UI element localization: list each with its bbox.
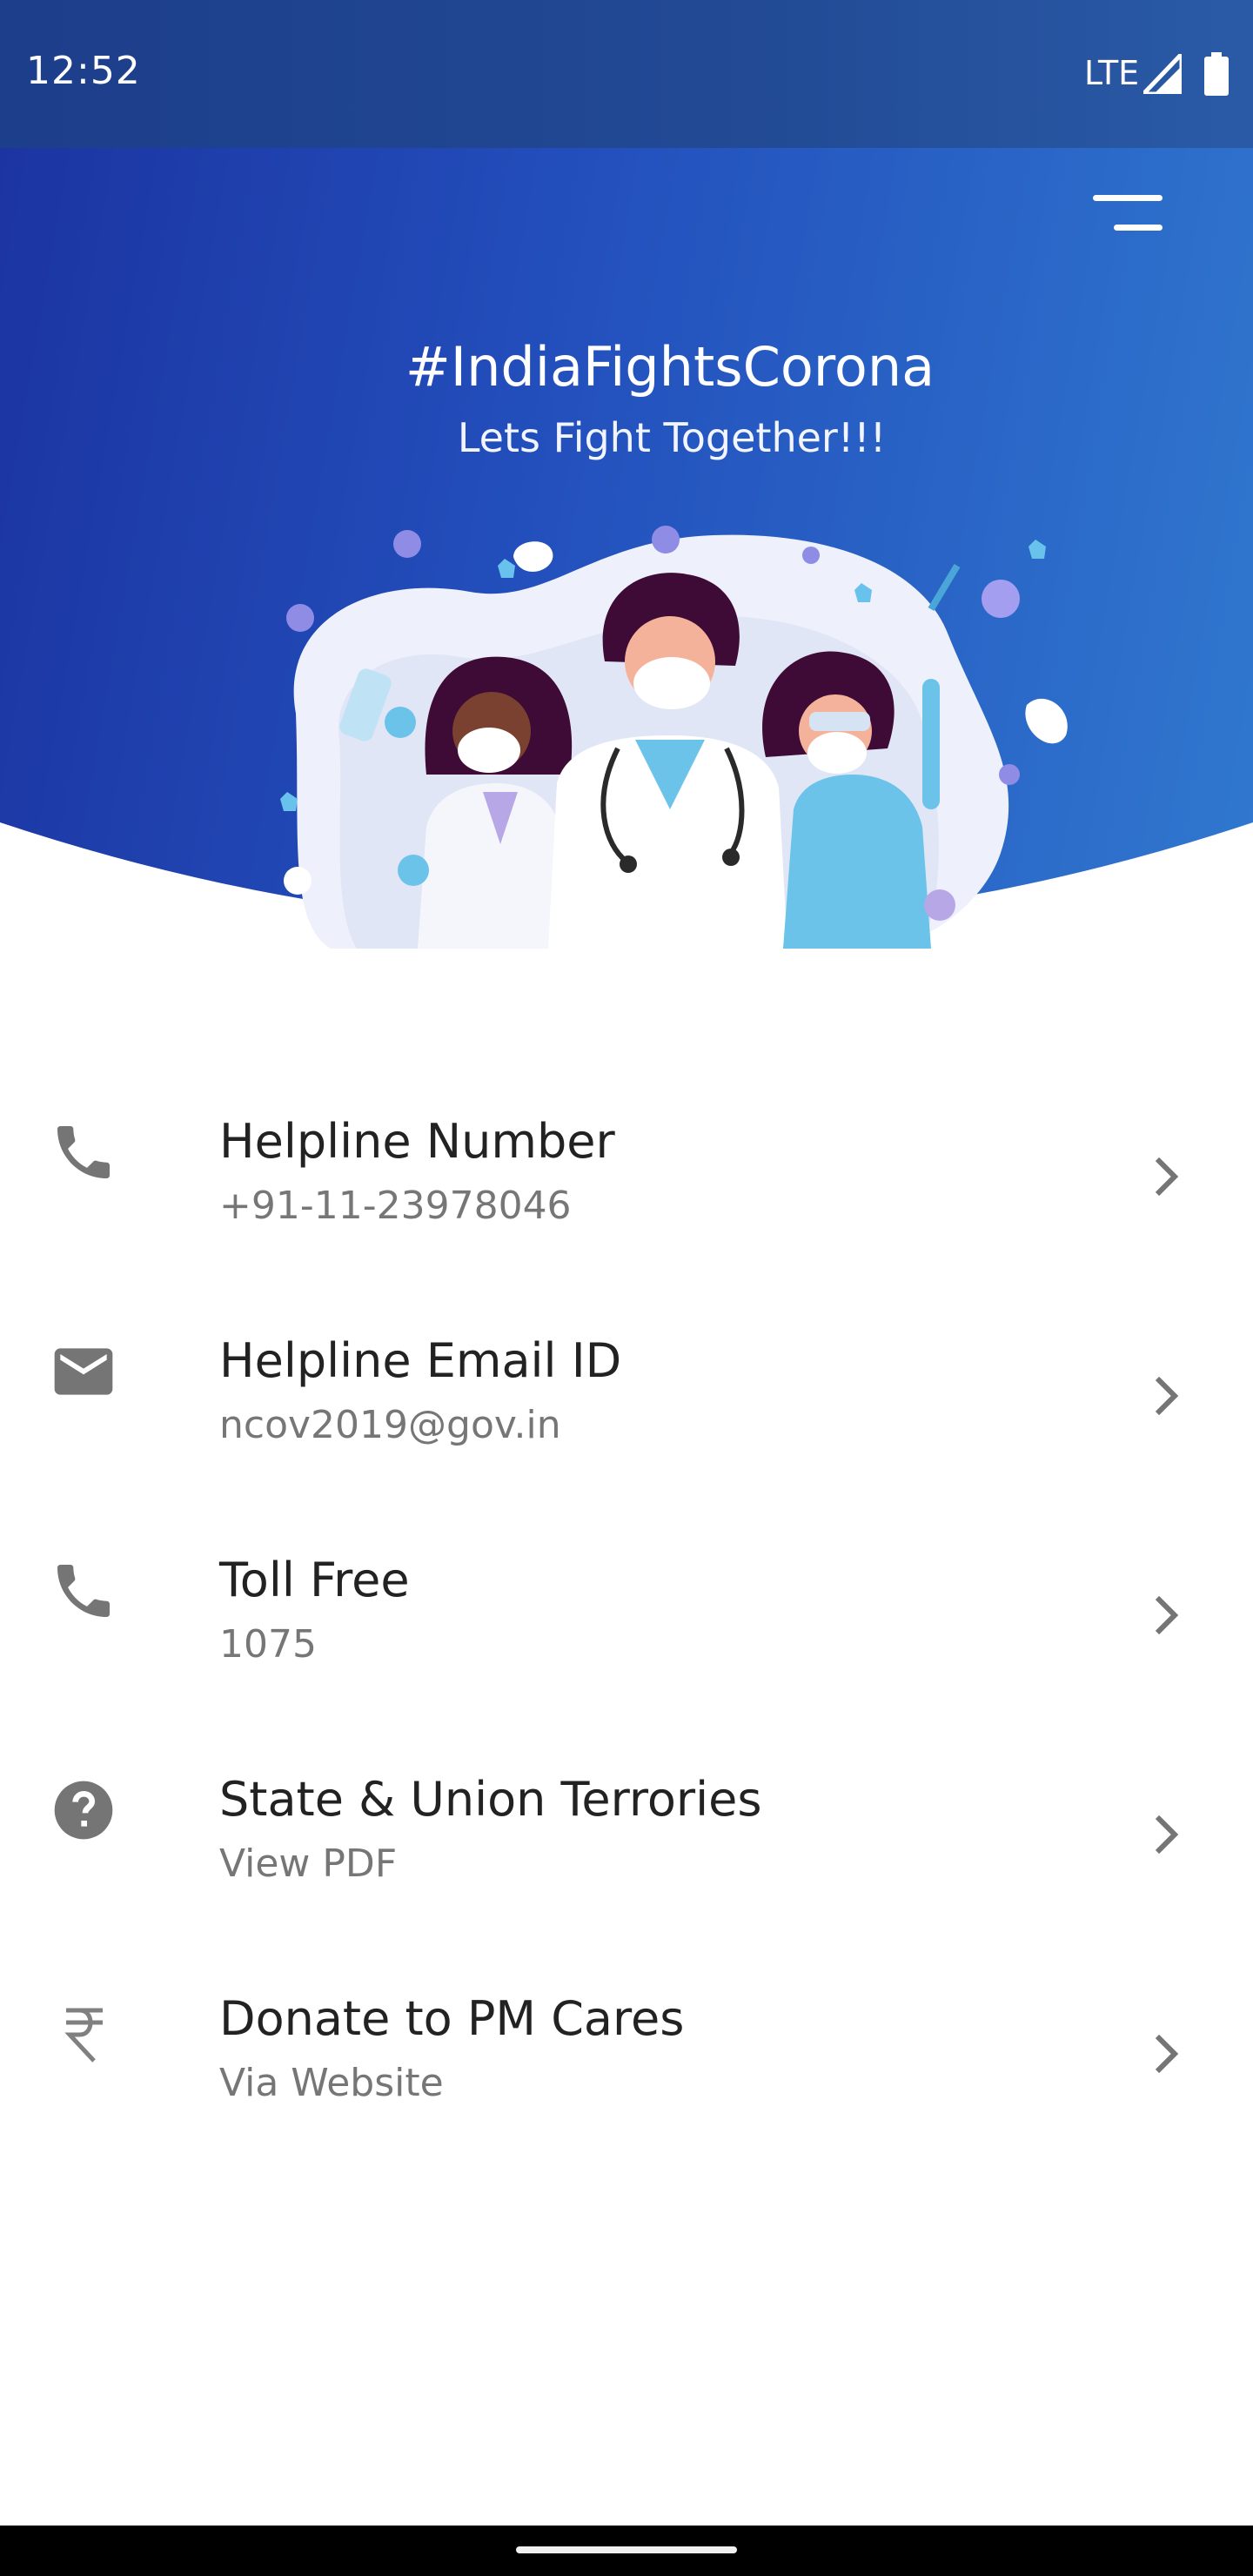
chevron-right-icon [1155,1595,1179,1635]
status-bar: 12:52 LTE [0,0,1253,148]
home-gesture-handle[interactable] [516,2546,737,2553]
menu-icon-line-bottom [1114,225,1163,231]
page-subtitle: Lets Fight Together!!! [457,414,887,461]
item-subtitle: 1075 [219,1622,317,1667]
item-label: Donate to PM Cares [219,1991,685,2046]
chevron-right-icon [1155,1376,1179,1416]
help-icon [54,1781,113,1840]
status-time: 12:52 [26,49,141,93]
battery-icon [1204,52,1229,96]
doctors-illustration [280,526,1068,949]
rupee-icon [64,2008,103,2063]
email-icon [54,1348,113,1395]
item-subtitle: +91-11-23978046 [219,1184,572,1228]
item-subtitle: Via Website [219,2061,444,2105]
chevron-right-icon [1155,1157,1179,1197]
page-title: #IndiaFightsCorona [405,335,935,399]
list-item-helpline-number[interactable]: Helpline Number +91-11-23978046 [0,1079,1253,1298]
item-label: Toll Free [219,1553,410,1607]
list-item-helpline-email[interactable]: Helpline Email ID ncov2019@gov.in [0,1298,1253,1518]
signal-icon [1143,54,1182,94]
menu-button[interactable] [1088,188,1166,249]
item-label: State & Union Terrories [219,1772,762,1827]
item-label: Helpline Number [219,1114,615,1169]
chevron-right-icon [1155,1815,1179,1855]
list-item-state-union-territories[interactable]: State & Union Terrories View PDF [0,1737,1253,1956]
phone-icon [57,1126,110,1178]
item-subtitle: View PDF [219,1841,398,1886]
phone-icon [57,1565,110,1617]
list-item-toll-free[interactable]: Toll Free 1075 [0,1518,1253,1737]
network-type: LTE [1084,54,1140,92]
menu-icon-line-top [1093,195,1163,201]
chevron-right-icon [1155,2034,1179,2074]
item-subtitle: ncov2019@gov.in [219,1403,561,1447]
system-nav-bar [0,2526,1253,2576]
item-label: Helpline Email ID [219,1333,622,1388]
list-item-donate-pm-cares[interactable]: Donate to PM Cares Via Website [0,1956,1253,2176]
